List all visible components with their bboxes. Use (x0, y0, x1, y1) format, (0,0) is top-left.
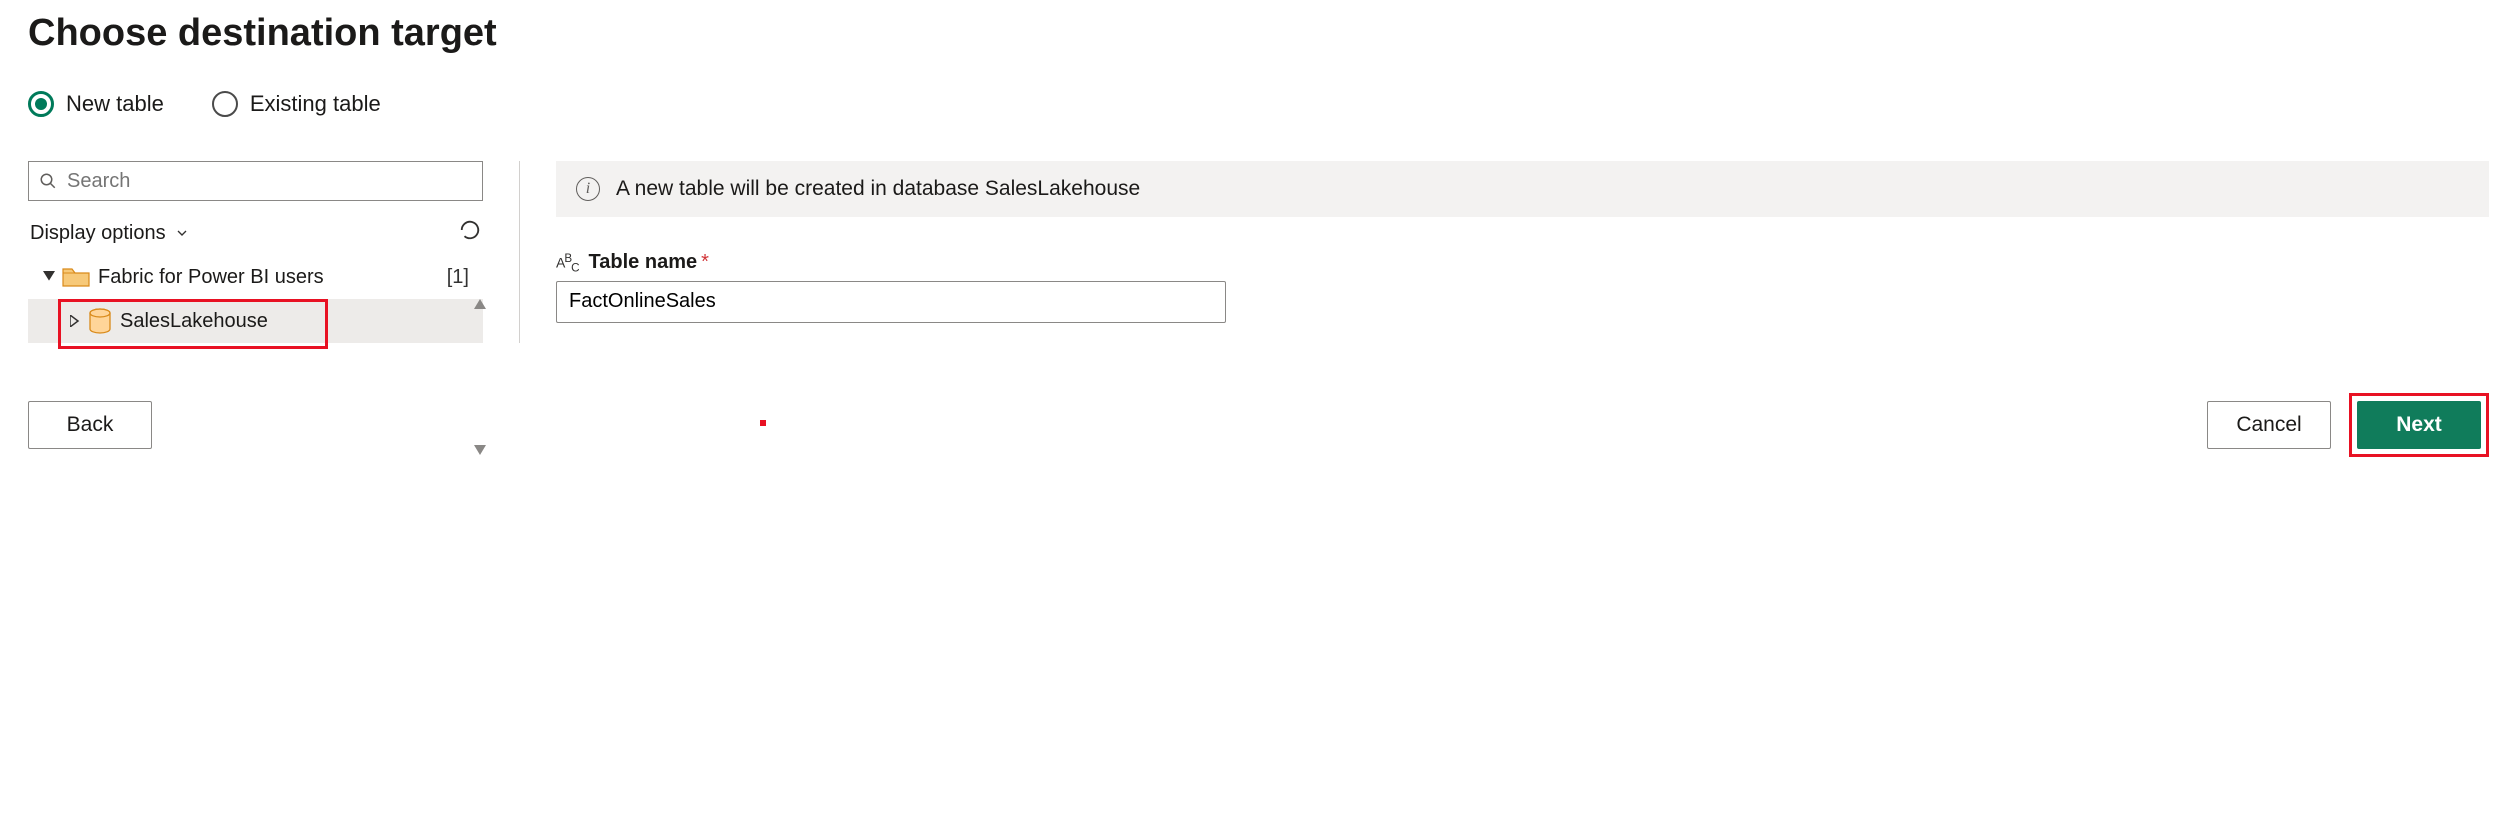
folder-icon (62, 266, 90, 288)
radio-selected-icon (28, 91, 54, 117)
tree-row-lakehouse[interactable]: SalesLakehouse (28, 299, 483, 343)
text-type-icon: ABC (556, 252, 579, 274)
radio-new-table[interactable]: New table (28, 91, 164, 117)
destination-tree: Fabric for Power BI users [1] SalesLa (28, 255, 483, 343)
scroll-down-icon (474, 445, 486, 455)
tree-item-count: [1] (447, 266, 483, 289)
search-input[interactable] (65, 169, 472, 194)
scroll-up-icon (474, 299, 486, 309)
search-input-wrapper[interactable] (28, 161, 483, 201)
annotation-dot (760, 420, 766, 426)
info-icon: i (576, 177, 600, 201)
scrollbar[interactable] (471, 299, 489, 455)
display-options-label: Display options (30, 222, 166, 245)
highlight-annotation: Next (2349, 393, 2489, 457)
radio-unselected-icon (212, 91, 238, 117)
next-button[interactable]: Next (2357, 401, 2481, 449)
info-message-text: A new table will be created in database … (616, 177, 1140, 201)
tree-row-workspace[interactable]: Fabric for Power BI users [1] (28, 255, 483, 299)
table-name-label: ABC Table name* (556, 251, 2489, 275)
refresh-icon (459, 219, 481, 241)
triangle-down-icon (43, 271, 55, 283)
database-icon (88, 308, 112, 334)
cancel-button[interactable]: Cancel (2207, 401, 2331, 449)
display-options-dropdown[interactable]: Display options (30, 222, 190, 245)
refresh-button[interactable] (459, 219, 481, 247)
tree-collapse-toggle[interactable] (40, 271, 58, 283)
info-banner: i A new table will be created in databas… (556, 161, 2489, 217)
triangle-right-icon (70, 315, 80, 327)
destination-mode-radio-group: New table Existing table (28, 91, 2489, 117)
search-icon (39, 172, 57, 190)
radio-existing-table[interactable]: Existing table (212, 91, 381, 117)
radio-label: Existing table (250, 91, 381, 117)
back-button[interactable]: Back (28, 401, 152, 449)
tree-label: SalesLakehouse (112, 310, 483, 333)
tree-label: Fabric for Power BI users (90, 266, 447, 289)
page-title: Choose destination target (28, 12, 2489, 55)
required-asterisk: * (701, 251, 709, 273)
radio-label: New table (66, 91, 164, 117)
field-label-text: Table name (589, 251, 698, 273)
table-name-input[interactable] (556, 281, 1226, 323)
chevron-down-icon (174, 225, 190, 241)
tree-expand-toggle[interactable] (66, 315, 84, 327)
vertical-divider (519, 161, 520, 343)
